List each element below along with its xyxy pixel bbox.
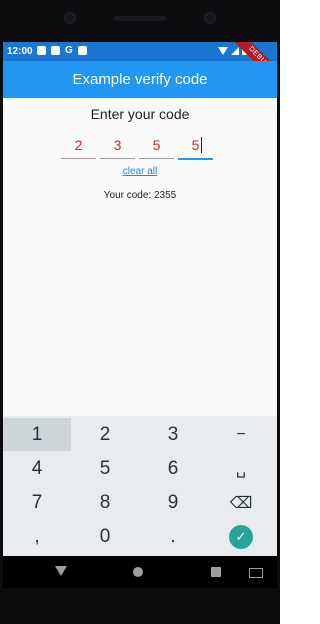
status-bar: 12:00 G DEBUG xyxy=(3,42,277,91)
code-digit-4[interactable]: 5 xyxy=(178,132,213,160)
google-icon: G xyxy=(65,45,73,56)
notification-icons: G xyxy=(37,45,87,56)
key-3[interactable]: 3 xyxy=(139,418,207,451)
code-digit-4-value: 5 xyxy=(191,137,200,153)
key-period[interactable]: . xyxy=(139,520,207,553)
back-icon[interactable] xyxy=(55,566,67,576)
key-7[interactable]: 7 xyxy=(3,486,71,519)
phone-top-bezel xyxy=(0,0,280,42)
key-6[interactable]: 6 xyxy=(139,452,207,485)
key-5[interactable]: 5 xyxy=(71,452,139,485)
text-cursor xyxy=(201,137,202,153)
key-0[interactable]: 0 xyxy=(71,520,139,553)
sd-card-icon xyxy=(77,46,87,55)
checkmark-icon: ✓ xyxy=(229,524,253,549)
app-bar-title: Example verify code xyxy=(72,71,208,88)
verify-code-panel: Enter your code 2 3 5 5 clear all Your c… xyxy=(3,98,277,398)
shield-icon xyxy=(37,46,46,55)
numeric-keyboard: 1 2 3 − 4 5 6 ␣ 7 8 9 ⌫ , 0 . ✓ xyxy=(3,416,277,556)
phone-frame: 12:00 G DEBUG Example verify code Enter … xyxy=(0,0,280,624)
enter-code-prompt: Enter your code xyxy=(90,106,190,122)
key-4[interactable]: 4 xyxy=(3,452,71,485)
device-screen: 12:00 G DEBUG Example verify code Enter … xyxy=(3,42,277,588)
space-key-icon[interactable]: ␣ xyxy=(207,452,275,485)
home-icon[interactable] xyxy=(133,567,143,577)
your-code-text: Your code: 2355 xyxy=(103,190,177,201)
status-time: 12:00 xyxy=(7,46,33,57)
key-minus[interactable]: − xyxy=(207,418,275,451)
recent-apps-icon[interactable] xyxy=(211,567,221,577)
navigation-bar xyxy=(3,556,277,588)
key-1[interactable]: 1 xyxy=(3,418,71,451)
code-digit-2[interactable]: 3 xyxy=(100,132,135,159)
image-icon xyxy=(51,46,60,55)
wifi-icon xyxy=(218,46,228,55)
key-8[interactable]: 8 xyxy=(71,486,139,519)
phone-bottom-bezel xyxy=(0,588,280,624)
key-comma[interactable]: , xyxy=(3,520,71,553)
code-digit-1[interactable]: 2 xyxy=(61,132,96,159)
front-camera-icon xyxy=(64,12,76,24)
done-key[interactable]: ✓ xyxy=(207,520,275,553)
backspace-icon[interactable]: ⌫ xyxy=(207,486,275,519)
earpiece-speaker xyxy=(114,16,166,21)
keyboard-switch-icon[interactable] xyxy=(249,568,263,578)
clear-all-link[interactable]: clear all xyxy=(3,166,277,177)
key-9[interactable]: 9 xyxy=(139,486,207,519)
sensor-icon xyxy=(204,12,216,24)
key-2[interactable]: 2 xyxy=(71,418,139,451)
app-bar: Example verify code xyxy=(3,61,277,98)
code-input-row[interactable]: 2 3 5 5 xyxy=(61,132,216,160)
code-digit-3[interactable]: 5 xyxy=(139,132,174,159)
signal-icon xyxy=(231,46,239,55)
